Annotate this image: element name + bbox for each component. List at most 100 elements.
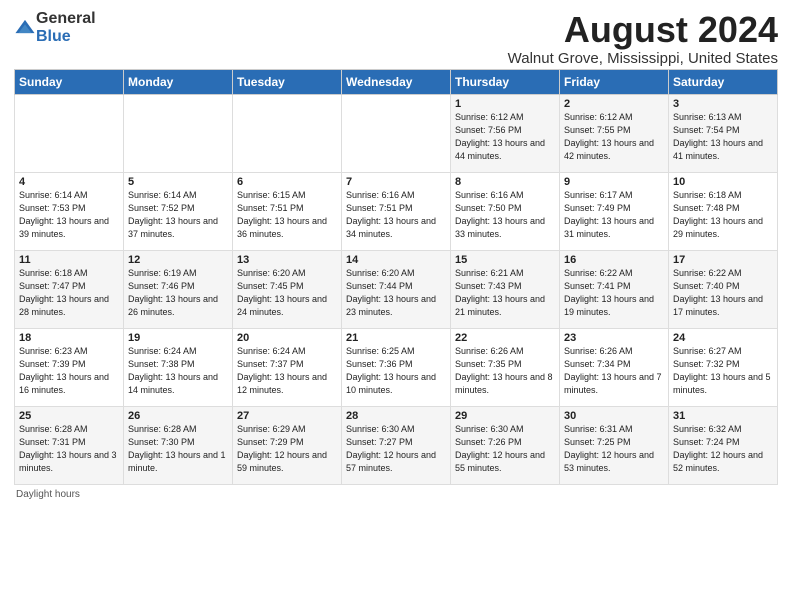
- calendar-table: SundayMondayTuesdayWednesdayThursdayFrid…: [14, 69, 778, 485]
- day-number: 16: [564, 254, 664, 266]
- calendar-cell: 15 Sunrise: 6:21 AMSunset: 7:43 PMDayligh…: [451, 250, 560, 328]
- calendar-cell: 19 Sunrise: 6:24 AMSunset: 7:38 PMDayligh…: [124, 328, 233, 406]
- calendar-cell: 2Sunrise: 6:12 AMSunset: 7:55 PMDaylight…: [560, 94, 669, 172]
- day-number: 22: [455, 332, 555, 344]
- day-info: Sunrise: 6:25 AMSunset: 7:36 PMDaylight:…: [346, 346, 436, 395]
- day-info: Sunrise: 6:16 AMSunset: 7:51 PMDaylight:…: [346, 190, 436, 239]
- day-info: Sunrise: 6:27 AMSunset: 7:32 PMDaylight:…: [673, 346, 771, 395]
- calendar-cell: 7 Sunrise: 6:16 AMSunset: 7:51 PMDaylight…: [342, 172, 451, 250]
- day-info: Sunrise: 6:23 AMSunset: 7:39 PMDaylight:…: [19, 346, 109, 395]
- day-number: 8: [455, 176, 555, 188]
- day-info: Sunrise: 6:22 AMSunset: 7:41 PMDaylight:…: [564, 268, 654, 317]
- calendar-week-1: 1 Sunrise: 6:12 AMSunset: 7:56 PMDaylight…: [15, 94, 778, 172]
- day-header-tuesday: Tuesday: [233, 69, 342, 94]
- day-info: Sunrise: 6:16 AMSunset: 7:50 PMDaylight:…: [455, 190, 545, 239]
- day-info: Sunrise: 6:19 AMSunset: 7:46 PMDaylight:…: [128, 268, 218, 317]
- daylight-label: Daylight hours: [16, 489, 80, 500]
- day-number: 31: [673, 410, 773, 422]
- calendar-cell: 6Sunrise: 6:15 AMSunset: 7:51 PMDaylight…: [233, 172, 342, 250]
- header-row: SundayMondayTuesdayWednesdayThursdayFrid…: [15, 69, 778, 94]
- day-number: 28: [346, 410, 446, 422]
- day-header-thursday: Thursday: [451, 69, 560, 94]
- calendar-week-5: 25Sunrise: 6:28 AMSunset: 7:31 PMDayligh…: [15, 406, 778, 484]
- day-info: Sunrise: 6:17 AMSunset: 7:49 PMDaylight:…: [564, 190, 654, 239]
- day-number: 30: [564, 410, 664, 422]
- day-header-wednesday: Wednesday: [342, 69, 451, 94]
- day-info: Sunrise: 6:12 AMSunset: 7:56 PMDaylight:…: [455, 112, 545, 161]
- header: General Blue August 2024 Walnut Grove, M…: [14, 10, 778, 67]
- day-number: 24: [673, 332, 773, 344]
- calendar-cell: 29 Sunrise: 6:30 AMSunset: 7:26 PMDayligh…: [451, 406, 560, 484]
- page-container: General Blue August 2024 Walnut Grove, M…: [0, 0, 792, 506]
- calendar-cell: 8 Sunrise: 6:16 AMSunset: 7:50 PMDaylight…: [451, 172, 560, 250]
- day-number: 23: [564, 332, 664, 344]
- calendar-cell: 13Sunrise: 6:20 AMSunset: 7:45 PMDayligh…: [233, 250, 342, 328]
- calendar-cell: 21 Sunrise: 6:25 AMSunset: 7:36 PMDayligh…: [342, 328, 451, 406]
- day-header-saturday: Saturday: [669, 69, 778, 94]
- calendar-week-2: 4 Sunrise: 6:14 AMSunset: 7:53 PMDaylight…: [15, 172, 778, 250]
- day-number: 20: [237, 332, 337, 344]
- day-info: Sunrise: 6:30 AMSunset: 7:26 PMDaylight:…: [455, 424, 545, 473]
- calendar-cell: [233, 94, 342, 172]
- day-number: 17: [673, 254, 773, 266]
- day-number: 10: [673, 176, 773, 188]
- day-info: Sunrise: 6:24 AMSunset: 7:38 PMDaylight:…: [128, 346, 218, 395]
- day-number: 21: [346, 332, 446, 344]
- calendar-cell: 18Sunrise: 6:23 AMSunset: 7:39 PMDayligh…: [15, 328, 124, 406]
- day-number: 29: [455, 410, 555, 422]
- day-info: Sunrise: 6:24 AMSunset: 7:37 PMDaylight:…: [237, 346, 327, 395]
- day-header-monday: Monday: [124, 69, 233, 94]
- day-number: 3: [673, 98, 773, 110]
- day-info: Sunrise: 6:26 AMSunset: 7:35 PMDaylight:…: [455, 346, 553, 395]
- day-info: Sunrise: 6:26 AMSunset: 7:34 PMDaylight:…: [564, 346, 662, 395]
- day-number: 7: [346, 176, 446, 188]
- day-info: Sunrise: 6:29 AMSunset: 7:29 PMDaylight:…: [237, 424, 327, 473]
- calendar-cell: 4 Sunrise: 6:14 AMSunset: 7:53 PMDaylight…: [15, 172, 124, 250]
- calendar-cell: 27 Sunrise: 6:29 AMSunset: 7:29 PMDayligh…: [233, 406, 342, 484]
- day-info: Sunrise: 6:31 AMSunset: 7:25 PMDaylight:…: [564, 424, 654, 473]
- day-number: 26: [128, 410, 228, 422]
- logo-general: General: [36, 10, 96, 27]
- logo-blue: Blue: [36, 28, 71, 45]
- day-info: Sunrise: 6:20 AMSunset: 7:44 PMDaylight:…: [346, 268, 436, 317]
- day-number: 27: [237, 410, 337, 422]
- calendar-cell: 17Sunrise: 6:22 AMSunset: 7:40 PMDayligh…: [669, 250, 778, 328]
- calendar-cell: [342, 94, 451, 172]
- day-number: 4: [19, 176, 119, 188]
- footer: Daylight hours: [14, 489, 778, 500]
- calendar-cell: 10 Sunrise: 6:18 AMSunset: 7:48 PMDayligh…: [669, 172, 778, 250]
- day-info: Sunrise: 6:21 AMSunset: 7:43 PMDaylight:…: [455, 268, 545, 317]
- calendar-cell: 26 Sunrise: 6:28 AMSunset: 7:30 PMDayligh…: [124, 406, 233, 484]
- day-number: 11: [19, 254, 119, 266]
- day-info: Sunrise: 6:28 AMSunset: 7:31 PMDaylight:…: [19, 424, 117, 473]
- location-title: Walnut Grove, Mississippi, United States: [508, 50, 778, 67]
- calendar-cell: 23 Sunrise: 6:26 AMSunset: 7:34 PMDayligh…: [560, 328, 669, 406]
- calendar-cell: 30 Sunrise: 6:31 AMSunset: 7:25 PMDayligh…: [560, 406, 669, 484]
- day-info: Sunrise: 6:18 AMSunset: 7:48 PMDaylight:…: [673, 190, 763, 239]
- logo-icon: [14, 17, 36, 39]
- calendar-cell: 20 Sunrise: 6:24 AMSunset: 7:37 PMDayligh…: [233, 328, 342, 406]
- calendar-cell: 16 Sunrise: 6:22 AMSunset: 7:41 PMDayligh…: [560, 250, 669, 328]
- day-info: Sunrise: 6:12 AMSunset: 7:55 PMDaylight:…: [564, 112, 654, 161]
- month-title: August 2024: [508, 10, 778, 50]
- calendar-week-3: 11Sunrise: 6:18 AMSunset: 7:47 PMDayligh…: [15, 250, 778, 328]
- day-number: 9: [564, 176, 664, 188]
- day-number: 19: [128, 332, 228, 344]
- calendar-header: SundayMondayTuesdayWednesdayThursdayFrid…: [15, 69, 778, 94]
- calendar-cell: 9 Sunrise: 6:17 AMSunset: 7:49 PMDaylight…: [560, 172, 669, 250]
- day-info: Sunrise: 6:28 AMSunset: 7:30 PMDaylight:…: [128, 424, 226, 473]
- day-info: Sunrise: 6:14 AMSunset: 7:53 PMDaylight:…: [19, 190, 109, 239]
- calendar-cell: 31 Sunrise: 6:32 AMSunset: 7:24 PMDayligh…: [669, 406, 778, 484]
- calendar-cell: 28Sunrise: 6:30 AMSunset: 7:27 PMDayligh…: [342, 406, 451, 484]
- calendar-cell: 12Sunrise: 6:19 AMSunset: 7:46 PMDayligh…: [124, 250, 233, 328]
- day-header-sunday: Sunday: [15, 69, 124, 94]
- calendar-cell: 11Sunrise: 6:18 AMSunset: 7:47 PMDayligh…: [15, 250, 124, 328]
- day-info: Sunrise: 6:32 AMSunset: 7:24 PMDaylight:…: [673, 424, 763, 473]
- day-number: 1: [455, 98, 555, 110]
- day-number: 15: [455, 254, 555, 266]
- calendar-cell: 5Sunrise: 6:14 AMSunset: 7:52 PMDaylight…: [124, 172, 233, 250]
- calendar-cell: 24 Sunrise: 6:27 AMSunset: 7:32 PMDayligh…: [669, 328, 778, 406]
- calendar-cell: 14Sunrise: 6:20 AMSunset: 7:44 PMDayligh…: [342, 250, 451, 328]
- day-info: Sunrise: 6:15 AMSunset: 7:51 PMDaylight:…: [237, 190, 327, 239]
- calendar-week-4: 18Sunrise: 6:23 AMSunset: 7:39 PMDayligh…: [15, 328, 778, 406]
